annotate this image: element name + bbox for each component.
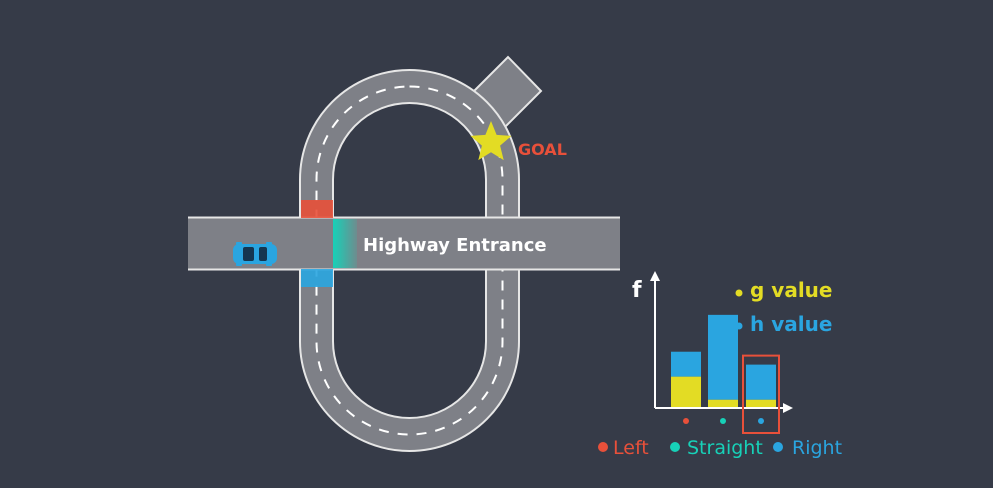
planning-diagram: GOAL Highway Entrance f g value h value … bbox=[188, 55, 842, 459]
legend-h-label: h value bbox=[750, 312, 832, 336]
category-dot-left bbox=[683, 418, 689, 424]
y-axis-arrow bbox=[650, 271, 660, 281]
category-legend-dot-left bbox=[598, 442, 608, 452]
bar-straight-g bbox=[708, 399, 738, 407]
entrance-gate bbox=[333, 219, 357, 268]
goal-label: GOAL bbox=[518, 140, 567, 159]
cost-chart: f g value h value Left Straight Right bbox=[598, 271, 842, 459]
bar-left-h bbox=[671, 351, 701, 377]
category-label-right: Right bbox=[792, 437, 842, 459]
bar-left-g bbox=[671, 376, 701, 407]
bar-right-h bbox=[746, 364, 776, 400]
category-legend-dot-straight bbox=[670, 442, 680, 452]
legend-g-dot bbox=[735, 289, 743, 297]
bar-straight-h bbox=[708, 314, 738, 400]
car-icon bbox=[233, 242, 277, 266]
bar-right-g bbox=[746, 399, 776, 407]
category-dot-straight bbox=[720, 418, 726, 424]
y-axis-label: f bbox=[632, 278, 642, 303]
category-dots bbox=[683, 418, 764, 424]
category-labels: Left Straight Right bbox=[598, 437, 842, 459]
highway-entrance-label: Highway Entrance bbox=[363, 235, 547, 256]
x-axis-arrow bbox=[783, 403, 793, 413]
legend-g-label: g value bbox=[750, 278, 832, 302]
legend: g value h value bbox=[735, 278, 832, 336]
road-network: GOAL Highway Entrance bbox=[188, 55, 620, 452]
category-label-left: Left bbox=[613, 437, 649, 459]
category-dot-right bbox=[758, 418, 764, 424]
category-label-straight: Straight bbox=[687, 437, 763, 459]
right-turn-marker bbox=[301, 269, 333, 287]
left-turn-marker bbox=[301, 200, 333, 218]
category-legend-dot-right bbox=[773, 442, 783, 452]
